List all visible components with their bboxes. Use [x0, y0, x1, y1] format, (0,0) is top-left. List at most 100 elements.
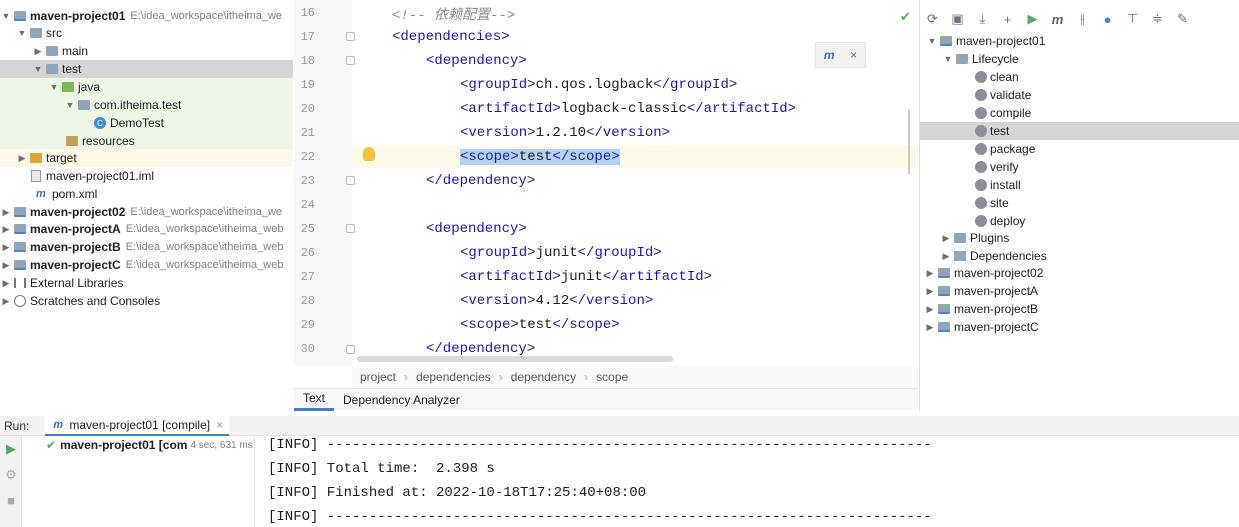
lifecycle-item-install[interactable]: install — [920, 176, 1239, 194]
tree-item-maven-project02[interactable]: ▶ maven-project02 E:\idea_workspace\ithe… — [0, 203, 293, 221]
tree-item-src[interactable]: ▼ src — [0, 24, 293, 42]
chevron-right-icon[interactable]: ▶ — [0, 260, 12, 271]
tree-item-external-libraries[interactable]: ▶ External Libraries — [0, 274, 293, 292]
run-tree-item[interactable]: ✔ maven-project01 [com 4 sec, 631 ms — [46, 438, 253, 452]
tree-item-pom[interactable]: m pom.xml — [0, 185, 293, 203]
toggle-offline-icon[interactable]: ⫲ — [1070, 11, 1095, 27]
chevron-right-icon[interactable]: ▶ — [16, 153, 28, 164]
chevron-down-icon[interactable]: ▼ — [926, 36, 938, 46]
fold-marker-icon[interactable] — [346, 176, 355, 185]
tree-item-maven-project01[interactable]: ▼ maven-project01 E:\idea_workspace\ithe… — [0, 7, 293, 25]
tab-dependency-analyzer[interactable]: Dependency Analyzer — [334, 389, 469, 411]
maven-reload-popup[interactable]: m × — [815, 42, 866, 68]
chevron-right-icon[interactable]: ▶ — [0, 296, 12, 307]
lifecycle-item-test[interactable]: test — [920, 122, 1239, 140]
chevron-down-icon[interactable]: ▼ — [942, 54, 954, 64]
code-line-23[interactable]: </dependency> — [426, 170, 918, 192]
add-icon[interactable]: + — [995, 12, 1020, 27]
download-icon[interactable]: ⤓ — [970, 11, 995, 27]
tree-item-target[interactable]: ▶ target — [0, 149, 293, 167]
chevron-right-icon[interactable]: ▶ — [940, 233, 952, 244]
tree-item-java[interactable]: ▼ java — [0, 78, 293, 96]
lifecycle-item-clean[interactable]: clean — [920, 68, 1239, 86]
maven-project-02[interactable]: ▶ maven-project02 — [920, 264, 1239, 282]
tree-item-resources[interactable]: resources — [0, 132, 293, 150]
collapse-all-icon[interactable]: ≑ — [1145, 11, 1170, 27]
breadcrumb-item[interactable]: project — [360, 370, 396, 384]
lifecycle-item-deploy[interactable]: deploy — [920, 212, 1239, 230]
selected-text[interactable]: <scope>test</scope> — [460, 149, 620, 165]
chevron-right-icon[interactable]: ▶ — [32, 46, 44, 57]
lifecycle-item-site[interactable]: site — [920, 194, 1239, 212]
tree-item-maven-projectC[interactable]: ▶ maven-projectC E:\idea_workspace\ithei… — [0, 256, 293, 274]
chevron-right-icon[interactable]: ▶ — [924, 322, 936, 333]
maven-project-A[interactable]: ▶ maven-projectA — [920, 282, 1239, 300]
code-line-27[interactable]: <artifactId> junit </artifactId> — [460, 266, 918, 288]
fold-marker-icon[interactable] — [346, 345, 355, 354]
tree-item-test[interactable]: ▼ test — [0, 60, 293, 78]
maven-reload-icon[interactable]: m — [824, 48, 835, 62]
tree-item-package[interactable]: ▼ com.itheima.test — [0, 96, 293, 114]
lifecycle-item-validate[interactable]: validate — [920, 86, 1239, 104]
close-icon[interactable]: × — [216, 418, 223, 432]
code-line-29[interactable]: <scope> test </scope> — [460, 314, 918, 336]
tree-item-iml[interactable]: maven-project01.iml — [0, 167, 293, 185]
breadcrumb-item[interactable]: scope — [596, 370, 628, 384]
maven-project-B[interactable]: ▶ maven-projectB — [920, 300, 1239, 318]
inspection-ok-icon[interactable]: ✔ — [900, 9, 911, 25]
fold-marker-icon[interactable] — [346, 224, 355, 233]
square-icon[interactable]: ■ — [0, 488, 22, 514]
lifecycle-item-verify[interactable]: verify — [920, 158, 1239, 176]
code-line-25[interactable]: <dependency> — [426, 218, 918, 240]
skip-tests-icon[interactable]: ● — [1095, 12, 1120, 27]
tree-item-maven-projectB[interactable]: ▶ maven-projectB E:\idea_workspace\ithei… — [0, 238, 293, 256]
tab-text[interactable]: Text — [294, 389, 335, 411]
maven-project-C[interactable]: ▶ maven-projectC — [920, 318, 1239, 336]
tree-item-demotest[interactable]: C DemoTest — [0, 114, 293, 132]
chevron-right-icon[interactable]: ▶ — [0, 207, 12, 218]
chevron-right-icon[interactable]: ▶ — [0, 278, 12, 289]
code-line-22[interactable]: <scope>test</scope> — [352, 146, 918, 168]
tree-item-scratches[interactable]: ▶ Scratches and Consoles — [0, 292, 293, 310]
show-dependencies-icon[interactable]: ⊤ — [1120, 11, 1145, 27]
run-icon[interactable]: ▶ — [1020, 11, 1045, 27]
code-line-20[interactable]: <artifactId> logback-classic </artifactId> — [460, 98, 918, 120]
execute-goal-icon[interactable]: m — [1045, 12, 1070, 27]
close-icon[interactable]: × — [850, 48, 857, 62]
reload-icon[interactable]: ⟳ — [920, 11, 945, 27]
code-line-16[interactable]: <!-- 依赖配置--> — [392, 3, 918, 25]
horizontal-scrollbar[interactable] — [357, 356, 673, 362]
chevron-down-icon[interactable]: ▼ — [64, 100, 76, 110]
lifecycle-item-package[interactable]: package — [920, 140, 1239, 158]
maven-lifecycle-node[interactable]: ▼ Lifecycle — [920, 50, 1239, 68]
maven-root-project[interactable]: ▼ maven-project01 — [920, 32, 1239, 50]
fold-marker-icon[interactable] — [346, 32, 355, 41]
fold-marker-icon[interactable] — [346, 56, 355, 65]
code-line-19[interactable]: <groupId> ch.qos.logback </groupId> — [460, 74, 918, 96]
chevron-down-icon[interactable]: ▼ — [48, 82, 60, 92]
chevron-right-icon[interactable]: ▶ — [0, 242, 12, 253]
add-folder-icon[interactable]: ▣ — [945, 11, 970, 27]
chevron-down-icon[interactable]: ▼ — [32, 64, 44, 74]
tree-item-main[interactable]: ▶ main — [0, 42, 293, 60]
chevron-down-icon[interactable]: ▼ — [16, 28, 28, 38]
console-output[interactable]: [INFO] ---------------------------------… — [256, 436, 1239, 527]
chevron-right-icon[interactable]: ▶ — [0, 224, 12, 235]
code-line-28[interactable]: <version> 4.12 </version> — [460, 290, 918, 312]
stop-icon[interactable]: ⚙ — [0, 462, 22, 488]
breadcrumb-item[interactable]: dependencies — [416, 370, 491, 384]
intention-bulb-icon[interactable] — [363, 147, 375, 161]
tree-item-maven-projectA[interactable]: ▶ maven-projectA E:\idea_workspace\ithei… — [0, 220, 293, 238]
rerun-icon[interactable]: ▶ — [0, 436, 22, 462]
lifecycle-item-compile[interactable]: compile — [920, 104, 1239, 122]
chevron-right-icon[interactable]: ▶ — [924, 286, 936, 297]
breadcrumb-item[interactable]: dependency — [511, 370, 576, 384]
code-line-26[interactable]: <groupId> junit </groupId> — [460, 242, 918, 264]
chevron-down-icon[interactable]: ▼ — [0, 11, 12, 21]
maven-plugins-node[interactable]: ▶ Plugins — [920, 229, 1239, 247]
maven-dependencies-node[interactable]: ▶ Dependencies — [920, 247, 1239, 265]
vertical-scrollbar[interactable] — [908, 110, 916, 174]
code-line-21[interactable]: <version> 1.2.10 </version> — [460, 122, 918, 144]
chevron-right-icon[interactable]: ▶ — [924, 304, 936, 315]
chevron-right-icon[interactable]: ▶ — [940, 251, 952, 262]
